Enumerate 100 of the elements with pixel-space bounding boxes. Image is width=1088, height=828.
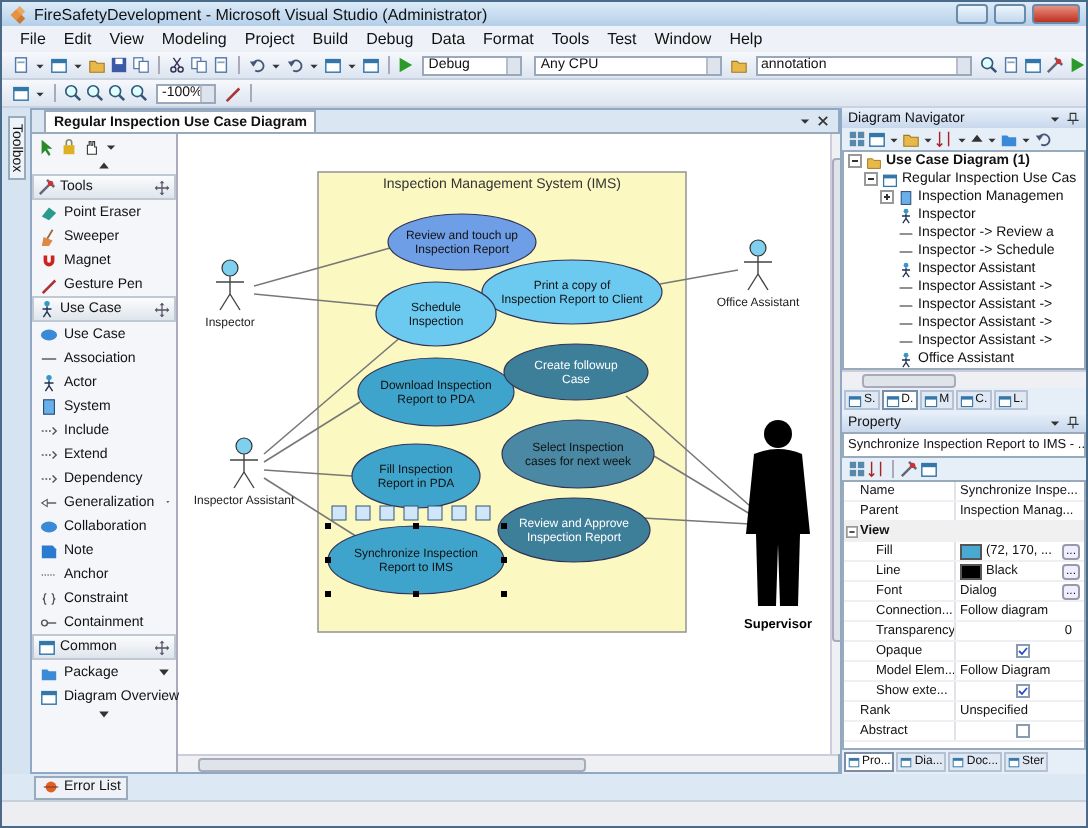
actor-figure-drawing[interactable]	[215, 259, 245, 311]
pointer-icon[interactable]	[38, 138, 56, 156]
play-icon[interactable]	[396, 56, 415, 74]
dropdown-icon[interactable]	[307, 59, 320, 71]
window-icon[interactable]	[50, 56, 68, 74]
use-case[interactable]	[327, 525, 505, 595]
dropdown-icon[interactable]	[922, 133, 934, 145]
maximize-button[interactable]	[994, 4, 1026, 24]
checkbox[interactable]	[1016, 684, 1030, 698]
zoom-icon[interactable]	[108, 84, 126, 102]
resize-handle[interactable]	[413, 591, 419, 597]
dropdown-icon[interactable]	[104, 140, 118, 154]
sort-icon[interactable]	[936, 130, 954, 148]
expander-icon[interactable]	[880, 190, 894, 204]
resize-handle[interactable]	[501, 523, 507, 529]
close-icon[interactable]	[816, 114, 830, 128]
resize-handle[interactable]	[501, 557, 507, 563]
expander-icon[interactable]	[846, 525, 858, 537]
menu-item[interactable]: Window	[654, 30, 712, 48]
dropdown-icon[interactable]	[956, 133, 968, 145]
dropdown-icon[interactable]	[72, 59, 84, 71]
resize-handle[interactable]	[325, 591, 331, 597]
zoom-icon[interactable]	[980, 56, 998, 74]
menu-item[interactable]: Tools	[551, 30, 590, 48]
move-icon[interactable]	[154, 301, 170, 317]
dropdown-icon[interactable]	[34, 87, 46, 99]
save-icon[interactable]	[110, 56, 128, 74]
menu-item[interactable]: Modeling	[161, 30, 227, 48]
association-line	[253, 247, 391, 287]
undo-icon[interactable]	[1034, 130, 1052, 148]
use-case[interactable]	[375, 281, 497, 347]
dropdown-icon[interactable]	[345, 59, 358, 71]
checkbox[interactable]	[1016, 724, 1030, 738]
use-case[interactable]	[387, 213, 537, 271]
document-icon[interactable]	[1002, 56, 1020, 74]
tools-icon[interactable]	[900, 460, 918, 478]
menu-item[interactable]: Test	[607, 30, 637, 48]
tools-icon[interactable]	[1046, 56, 1064, 74]
menu-item[interactable]: Edit	[63, 30, 92, 48]
sort-icon[interactable]	[868, 460, 886, 478]
pin-icon[interactable]	[1066, 111, 1080, 125]
use-case[interactable]	[497, 497, 651, 563]
menu-item[interactable]: Help	[729, 30, 763, 48]
dropdown-icon[interactable]	[1020, 133, 1032, 145]
window-icon[interactable]	[868, 130, 886, 148]
menu-item[interactable]: Format	[483, 30, 534, 48]
zoom-icon[interactable]	[86, 84, 104, 102]
menu-item[interactable]: File	[20, 30, 46, 48]
use-case[interactable]	[351, 443, 481, 509]
resize-handle[interactable]	[325, 523, 331, 529]
move-icon[interactable]	[154, 179, 170, 195]
pin-icon[interactable]	[1066, 415, 1080, 429]
document-icon[interactable]	[211, 56, 230, 74]
dropdown-icon[interactable]	[888, 133, 900, 145]
use-case[interactable]	[501, 419, 655, 489]
copy-icon[interactable]	[189, 56, 208, 74]
move-icon[interactable]	[154, 639, 170, 655]
window-icon[interactable]	[920, 460, 938, 478]
man-silhouette-drawing[interactable]	[746, 420, 810, 606]
use-case[interactable]	[503, 343, 649, 401]
folder-icon[interactable]	[729, 56, 748, 74]
hand-icon[interactable]	[82, 138, 100, 156]
horizontal-scrollbar[interactable]	[842, 370, 1086, 388]
minimize-button[interactable]	[956, 4, 988, 24]
document-icon[interactable]	[12, 56, 30, 74]
grid-icon[interactable]	[848, 460, 866, 478]
menu-item[interactable]: View	[109, 30, 144, 48]
window-icon[interactable]	[323, 56, 342, 74]
dropdown-icon[interactable]	[798, 114, 812, 128]
use-case[interactable]	[481, 259, 663, 325]
pen-icon[interactable]	[224, 84, 242, 102]
window-icon[interactable]	[1024, 56, 1042, 74]
dropdown-icon[interactable]	[269, 59, 282, 71]
play-icon[interactable]	[1068, 56, 1086, 74]
scroll-up-icon[interactable]	[970, 132, 984, 146]
window-icon[interactable]	[12, 84, 30, 102]
menu-item[interactable]: Data	[431, 30, 466, 48]
zoom-icon[interactable]	[64, 84, 82, 102]
dropdown-icon[interactable]	[986, 133, 998, 145]
resize-handle[interactable]	[413, 523, 419, 529]
menu-item[interactable]: Project	[244, 30, 295, 48]
checkbox[interactable]	[1016, 644, 1030, 658]
scissors-icon[interactable]	[167, 56, 186, 74]
resize-handle[interactable]	[325, 557, 331, 563]
menu-item[interactable]: Debug	[366, 30, 414, 48]
use-case[interactable]	[357, 357, 515, 427]
expander-icon[interactable]	[848, 154, 862, 168]
copy-icon[interactable]	[132, 56, 150, 74]
horizontal-scrollbar[interactable]	[178, 754, 838, 772]
grid-icon[interactable]	[848, 130, 866, 148]
dropdown-icon[interactable]	[34, 59, 46, 71]
resize-handle[interactable]	[501, 591, 507, 597]
window-icon[interactable]	[361, 56, 380, 74]
actor-figure-drawing[interactable]	[229, 437, 259, 489]
submenu-icon[interactable]	[158, 666, 170, 678]
scroll-down-icon[interactable]	[98, 708, 110, 720]
expander-icon[interactable]	[864, 172, 878, 186]
actor-figure-drawing[interactable]	[743, 239, 773, 291]
zoom-icon[interactable]	[130, 84, 148, 102]
menu-item[interactable]: Build	[312, 30, 349, 48]
